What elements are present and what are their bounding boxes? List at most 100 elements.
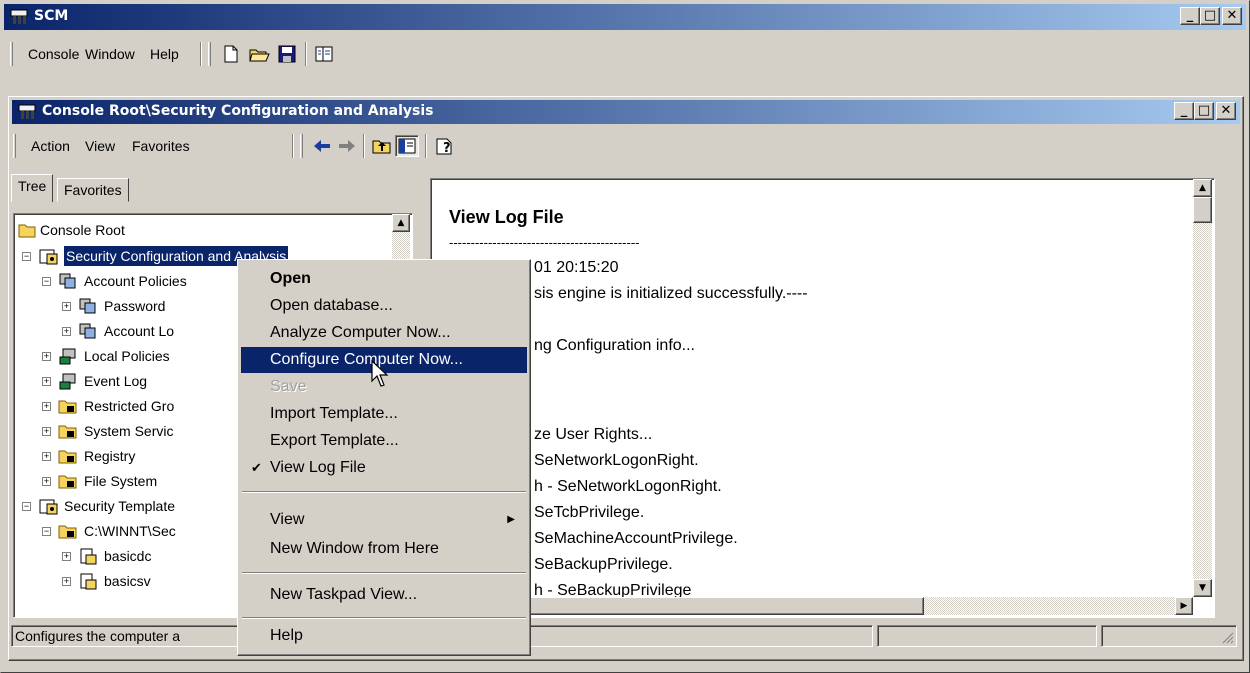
child-title-bar[interactable]: Console Root\Security Configuration and … [12,100,1240,124]
expand-icon[interactable]: + [42,402,51,411]
folder-icon [18,224,36,238]
menu-console[interactable]: Console [28,46,79,62]
policy-icon [59,273,76,289]
log-vertical-scrollbar[interactable] [1193,179,1212,597]
toolbar-grip [300,134,303,158]
menu-separator [242,617,526,619]
expand-icon[interactable]: + [62,577,71,586]
save-disk-icon[interactable] [276,44,298,64]
child-close-button[interactable]: ✕ [1216,102,1236,120]
expand-icon[interactable]: + [62,302,71,311]
log-scroll-right-button[interactable]: ▶ [1175,597,1193,615]
forward-arrow-icon[interactable] [336,136,358,156]
toolbar-separator [200,42,202,66]
mouse-pointer-icon [371,360,389,387]
collapse-icon[interactable]: − [42,527,51,536]
status-panel [1101,625,1237,647]
right-arrow-icon: ▶ [1180,601,1188,611]
down-arrow-icon: ▼ [1199,583,1206,593]
toolbar-separator [363,134,365,158]
resize-grip-icon[interactable] [1220,630,1234,644]
maximize-button[interactable]: □ [1200,7,1220,25]
ctx-view-log-file[interactable]: ✔ View Log File [241,455,527,481]
log-vertical-thumb[interactable] [1193,197,1212,223]
log-scroll-down-button[interactable]: ▼ [1193,579,1212,597]
ctx-export-template[interactable]: Export Template... [241,428,527,454]
tab-tree[interactable]: Tree [11,174,54,202]
child-menubar: Action View Favorites ? [11,129,1239,163]
collapse-icon[interactable]: − [42,277,51,286]
ctx-open[interactable]: Open [241,266,527,292]
security-config-icon [39,249,58,265]
svg-text:?: ? [443,141,451,156]
show-hide-tree-icon [398,138,416,154]
expand-icon[interactable]: + [62,327,71,336]
ctx-new-window-from-here[interactable]: New Window from Here [241,536,527,562]
mmc-app-icon [10,9,28,24]
locked-folder-icon [58,400,77,414]
ctx-help[interactable]: Help [241,623,527,649]
menu-favorites[interactable]: Favorites [132,138,190,154]
ctx-import-template[interactable]: Import Template... [241,401,527,427]
context-menu: Open Open database... Analyze Computer N… [237,259,531,656]
menu-view[interactable]: View [85,138,115,154]
menubar-grip [10,42,13,66]
tree-scroll-up-button[interactable]: ▲ [392,214,410,232]
collapse-icon[interactable]: − [22,502,31,511]
window-title: SCM [34,8,69,24]
menu-window[interactable]: Window [85,46,135,62]
help-page-icon[interactable]: ? [433,136,455,156]
collapse-icon[interactable]: − [22,252,31,261]
ctx-view-submenu[interactable]: View ▶ [241,507,527,533]
log-line: ng Configuration info... [534,337,695,354]
log-heading: View Log File [449,207,564,227]
toolbar-separator [305,42,307,66]
checkmark-icon: ✔ [251,460,262,475]
tab-favorites[interactable]: Favorites [57,178,129,202]
back-arrow-icon[interactable] [311,136,333,156]
minimize-icon: _ [1180,103,1188,118]
log-scroll-up-button[interactable]: ▲ [1193,179,1212,197]
mmc-app-icon [18,104,36,119]
title-bar[interactable]: SCM _ □ ✕ [4,4,1246,30]
minimize-button[interactable]: _ [1180,7,1200,25]
expand-icon[interactable]: + [62,552,71,561]
child-window-title: Console Root\Security Configuration and … [42,103,434,119]
expand-icon[interactable]: + [42,452,51,461]
policy-icon [79,298,96,314]
menubar-grip [13,134,16,158]
security-template-icon [39,499,58,515]
template-icon [80,548,97,565]
child-maximize-button[interactable]: □ [1194,102,1214,120]
submenu-arrow-icon: ▶ [507,514,515,525]
up-one-level-icon[interactable] [371,136,393,156]
log-line: SeNetworkLogonRight. [534,452,699,469]
log-line: ze User Rights... [534,426,653,443]
locked-folder-icon [58,450,77,464]
locked-folder-icon [58,475,77,489]
open-folder-icon[interactable] [248,44,270,64]
show-hide-tree-icon[interactable] [313,44,335,64]
child-minimize-button[interactable]: _ [1174,102,1194,120]
template-icon [80,573,97,590]
up-arrow-icon: ▲ [397,218,405,228]
toolbar-separator [292,134,294,158]
minimize-icon: _ [1186,8,1194,23]
ctx-open-database[interactable]: Open database... [241,293,527,319]
expand-icon[interactable]: + [42,377,51,386]
computer-policy-icon [59,373,76,390]
close-button[interactable]: ✕ [1222,7,1242,25]
expand-icon[interactable]: + [42,477,51,486]
ctx-analyze-computer-now[interactable]: Analyze Computer Now... [241,320,527,346]
expand-icon[interactable]: + [42,427,51,436]
toolbar-separator [425,134,427,158]
new-document-icon[interactable] [220,44,242,64]
locked-folder-icon [58,425,77,439]
log-line: h - SeNetworkLogonRight. [534,478,722,495]
ctx-new-taskpad-view[interactable]: New Taskpad View... [241,582,527,608]
menu-action[interactable]: Action [31,138,70,154]
expand-icon[interactable]: + [42,352,51,361]
menu-help[interactable]: Help [150,46,179,62]
close-icon: ✕ [1226,8,1238,23]
show-hide-tree-toggle[interactable] [395,135,419,157]
